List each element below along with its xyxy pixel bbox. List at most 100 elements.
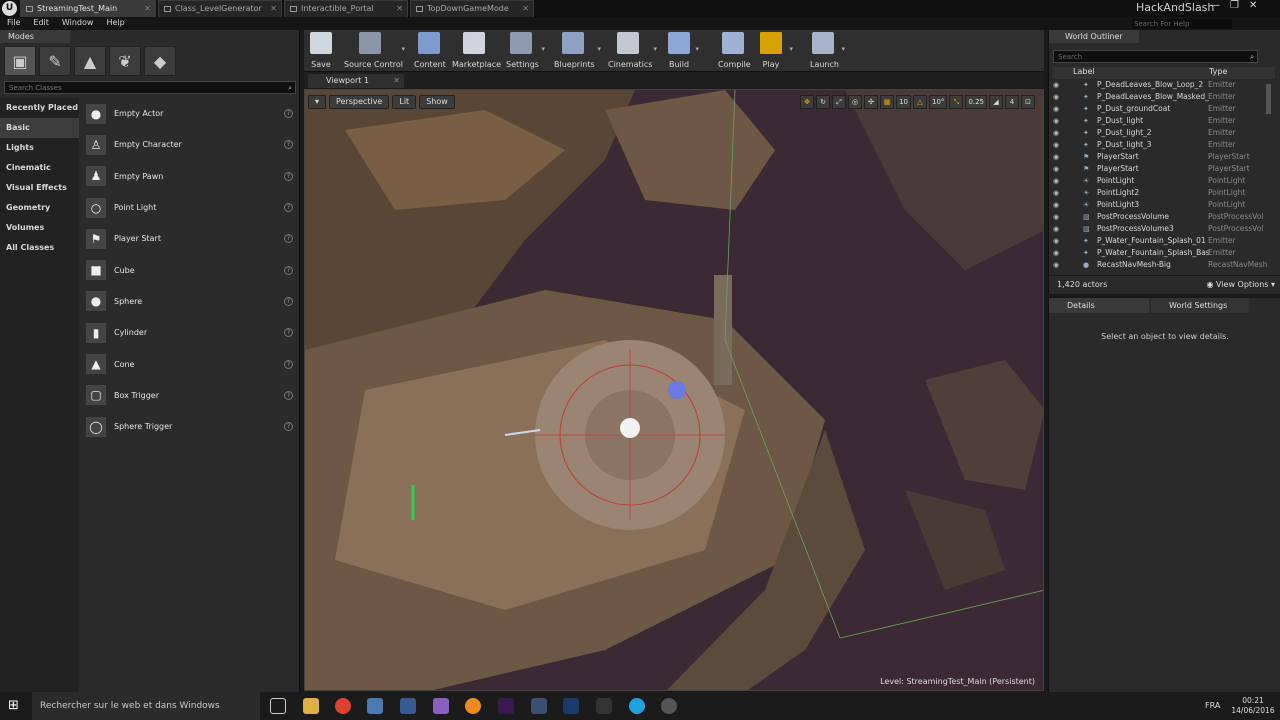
help-icon[interactable]: ? [284,328,293,338]
close-tab-icon[interactable]: ✕ [270,1,277,17]
place-mode-icon[interactable]: ▣ [4,46,36,76]
close-tab-icon[interactable]: ✕ [144,1,151,17]
help-icon[interactable]: ? [284,422,293,432]
list-item[interactable]: ◉ ☀ PointLight3 PointLight [1053,199,1275,211]
menu-file[interactable]: File [7,17,20,30]
dropdown-arrow-icon[interactable]: ▾ [695,45,699,53]
dropdown-arrow-icon[interactable]: ▾ [653,45,657,53]
item-sphere-trigger[interactable]: ◯ Sphere Trigger? [82,411,297,442]
help-icon[interactable]: ? [284,390,293,400]
category-cinematic[interactable]: Cinematic [0,158,79,178]
item-point-light[interactable]: ○ Point Light? [82,192,297,223]
translate-icon[interactable]: ✥ [800,95,815,109]
category-basic[interactable]: Basic [0,118,79,138]
close-tab-icon[interactable]: ✕ [393,74,400,88]
eye-icon[interactable]: ◉ [1053,175,1059,187]
chrome-icon[interactable] [335,698,351,714]
blueprints-button[interactable]: Blueprints ▾ [554,32,601,69]
dropdown-arrow-icon[interactable]: ▾ [841,45,845,53]
maximize-viewport-icon[interactable]: ⊡ [1021,95,1035,109]
build-button[interactable]: Build ▾ [668,32,699,69]
rotate-icon[interactable]: ↻ [816,95,831,109]
list-item[interactable]: ◉ ▧ PostProcessVolume3 PostProcessVol [1053,223,1275,235]
rotation-snap-value[interactable]: 10° [928,95,948,109]
skype-icon[interactable] [629,698,645,714]
eye-icon[interactable]: ◉ [1053,139,1059,151]
list-item[interactable]: ◉ ✦ P_Water_Fountain_Splash_Bas Emitter [1053,247,1275,259]
list-item[interactable]: ◉ ✦ P_Dust_light_3 Emitter [1053,139,1275,151]
eye-icon[interactable]: ◉ [1053,151,1059,163]
minimize-icon[interactable]: — [1210,0,1220,11]
app-icon[interactable] [433,698,449,714]
help-icon[interactable]: ? [284,296,293,306]
category-recently-placed[interactable]: Recently Placed [0,98,79,118]
surface-snap-icon[interactable]: ✣ [864,95,879,109]
dropdown-arrow-icon[interactable]: ▾ [401,45,405,53]
unreal-icon[interactable] [661,698,677,714]
search-classes-input[interactable]: Search Classes ⌕ [4,81,296,94]
app-icon[interactable] [531,698,547,714]
perspective-button[interactable]: Perspective [329,95,390,109]
cinematics-button[interactable]: Cinematics ▾ [608,32,657,69]
scale-snap-value[interactable]: 0.25 [965,95,987,109]
eye-icon[interactable]: ◉ [1053,247,1059,259]
scale-icon[interactable]: ⤢ [832,95,847,109]
dropdown-arrow-icon[interactable]: ▾ [541,45,545,53]
world-outliner-tab[interactable]: World Outliner [1049,30,1139,43]
doc-tab-topdowngamemode[interactable]: TopDownGameMode ✕ [410,0,534,17]
level-viewport[interactable]: ▾ Perspective Lit Show ✥ ↻ ⤢ ◎ ✣ ▦ 10 △ … [304,89,1044,691]
list-item[interactable]: ◉ ✦ P_Water_Fountain_Splash_01 Emitter [1053,235,1275,247]
premiere-icon[interactable] [498,698,514,714]
landscape-mode-icon[interactable]: ▲ [74,46,106,76]
geometry-mode-icon[interactable]: ◆ [144,46,176,76]
camera-speed-icon[interactable]: ◢ [989,95,1003,109]
doc-tab-streamingtest-main[interactable]: StreamingTest_Main ✕ [20,0,156,17]
item-empty-pawn[interactable]: ♟ Empty Pawn? [82,161,297,192]
taskbar-search-input[interactable]: Rechercher sur le web et dans Windows [32,692,260,720]
list-item[interactable]: ◉ ☀ PointLight PointLight [1053,175,1275,187]
category-volumes[interactable]: Volumes [0,218,79,238]
item-empty-actor[interactable]: ● Empty Actor? [82,98,297,129]
help-icon[interactable]: ? [284,203,293,213]
list-item[interactable]: ◉ ● RecastNavMesh-Big RecastNavMesh [1053,259,1275,269]
help-icon[interactable]: ? [284,265,293,275]
save-button[interactable]: Save [310,32,332,69]
settings-button[interactable]: Settings ▾ [506,32,545,69]
play-button[interactable]: Play ▾ [758,32,793,69]
list-item[interactable]: ◉ ☀ PointLight2 PointLight [1053,187,1275,199]
photoshop-icon[interactable] [563,698,579,714]
list-item[interactable]: ◉ ⚑ PlayerStart PlayerStart [1053,163,1275,175]
grid-snap-value[interactable]: 10 [896,95,911,109]
category-all-classes[interactable]: All Classes [0,238,79,258]
item-cube[interactable]: ■ Cube? [82,254,297,285]
unreal-logo-icon[interactable]: U [2,1,17,16]
eye-icon[interactable]: ◉ [1053,259,1059,269]
item-empty-character[interactable]: ♙ Empty Character? [82,129,297,160]
viewport-tab[interactable]: Viewport 1 ✕ [308,74,404,88]
app-icon[interactable] [400,698,416,714]
category-geometry[interactable]: Geometry [0,198,79,218]
eye-icon[interactable]: ◉ [1053,199,1059,211]
eye-icon[interactable]: ◉ [1053,187,1059,199]
item-player-start[interactable]: ⚑ Player Start? [82,223,297,254]
eye-icon[interactable]: ◉ [1053,115,1059,127]
camera-speed-value[interactable]: 4 [1005,95,1019,109]
view-options-button[interactable]: ◉ View Options ▾ [1207,280,1276,289]
app-icon[interactable] [367,698,383,714]
list-item[interactable]: ◉ ▧ PostProcessVolume PostProcessVol [1053,211,1275,223]
help-icon[interactable]: ? [284,140,293,150]
doc-tab-interactible-portal[interactable]: Interactible_Portal ✕ [284,0,408,17]
language-indicator[interactable]: FRA [1205,701,1220,710]
outliner-scrollbar[interactable] [1266,84,1271,114]
maximize-icon[interactable]: ❐ [1230,0,1239,11]
dropdown-arrow-icon[interactable]: ▾ [597,45,601,53]
list-item[interactable]: ◉ ✦ P_DeadLeaves_Blow_Loop_2 Emitter [1053,79,1275,91]
eye-icon[interactable]: ◉ [1053,103,1059,115]
help-icon[interactable]: ? [284,359,293,369]
windows-start-icon[interactable]: ⊞ [8,698,19,713]
dropdown-arrow-icon[interactable]: ▾ [789,45,793,53]
foliage-mode-icon[interactable]: ❦ [109,46,141,76]
list-item[interactable]: ◉ ✦ P_DeadLeaves_Blow_Masked_E Emitter [1053,91,1275,103]
clock[interactable]: 00:21 14/06/2016 [1230,696,1276,716]
task-view-icon[interactable] [270,698,286,714]
